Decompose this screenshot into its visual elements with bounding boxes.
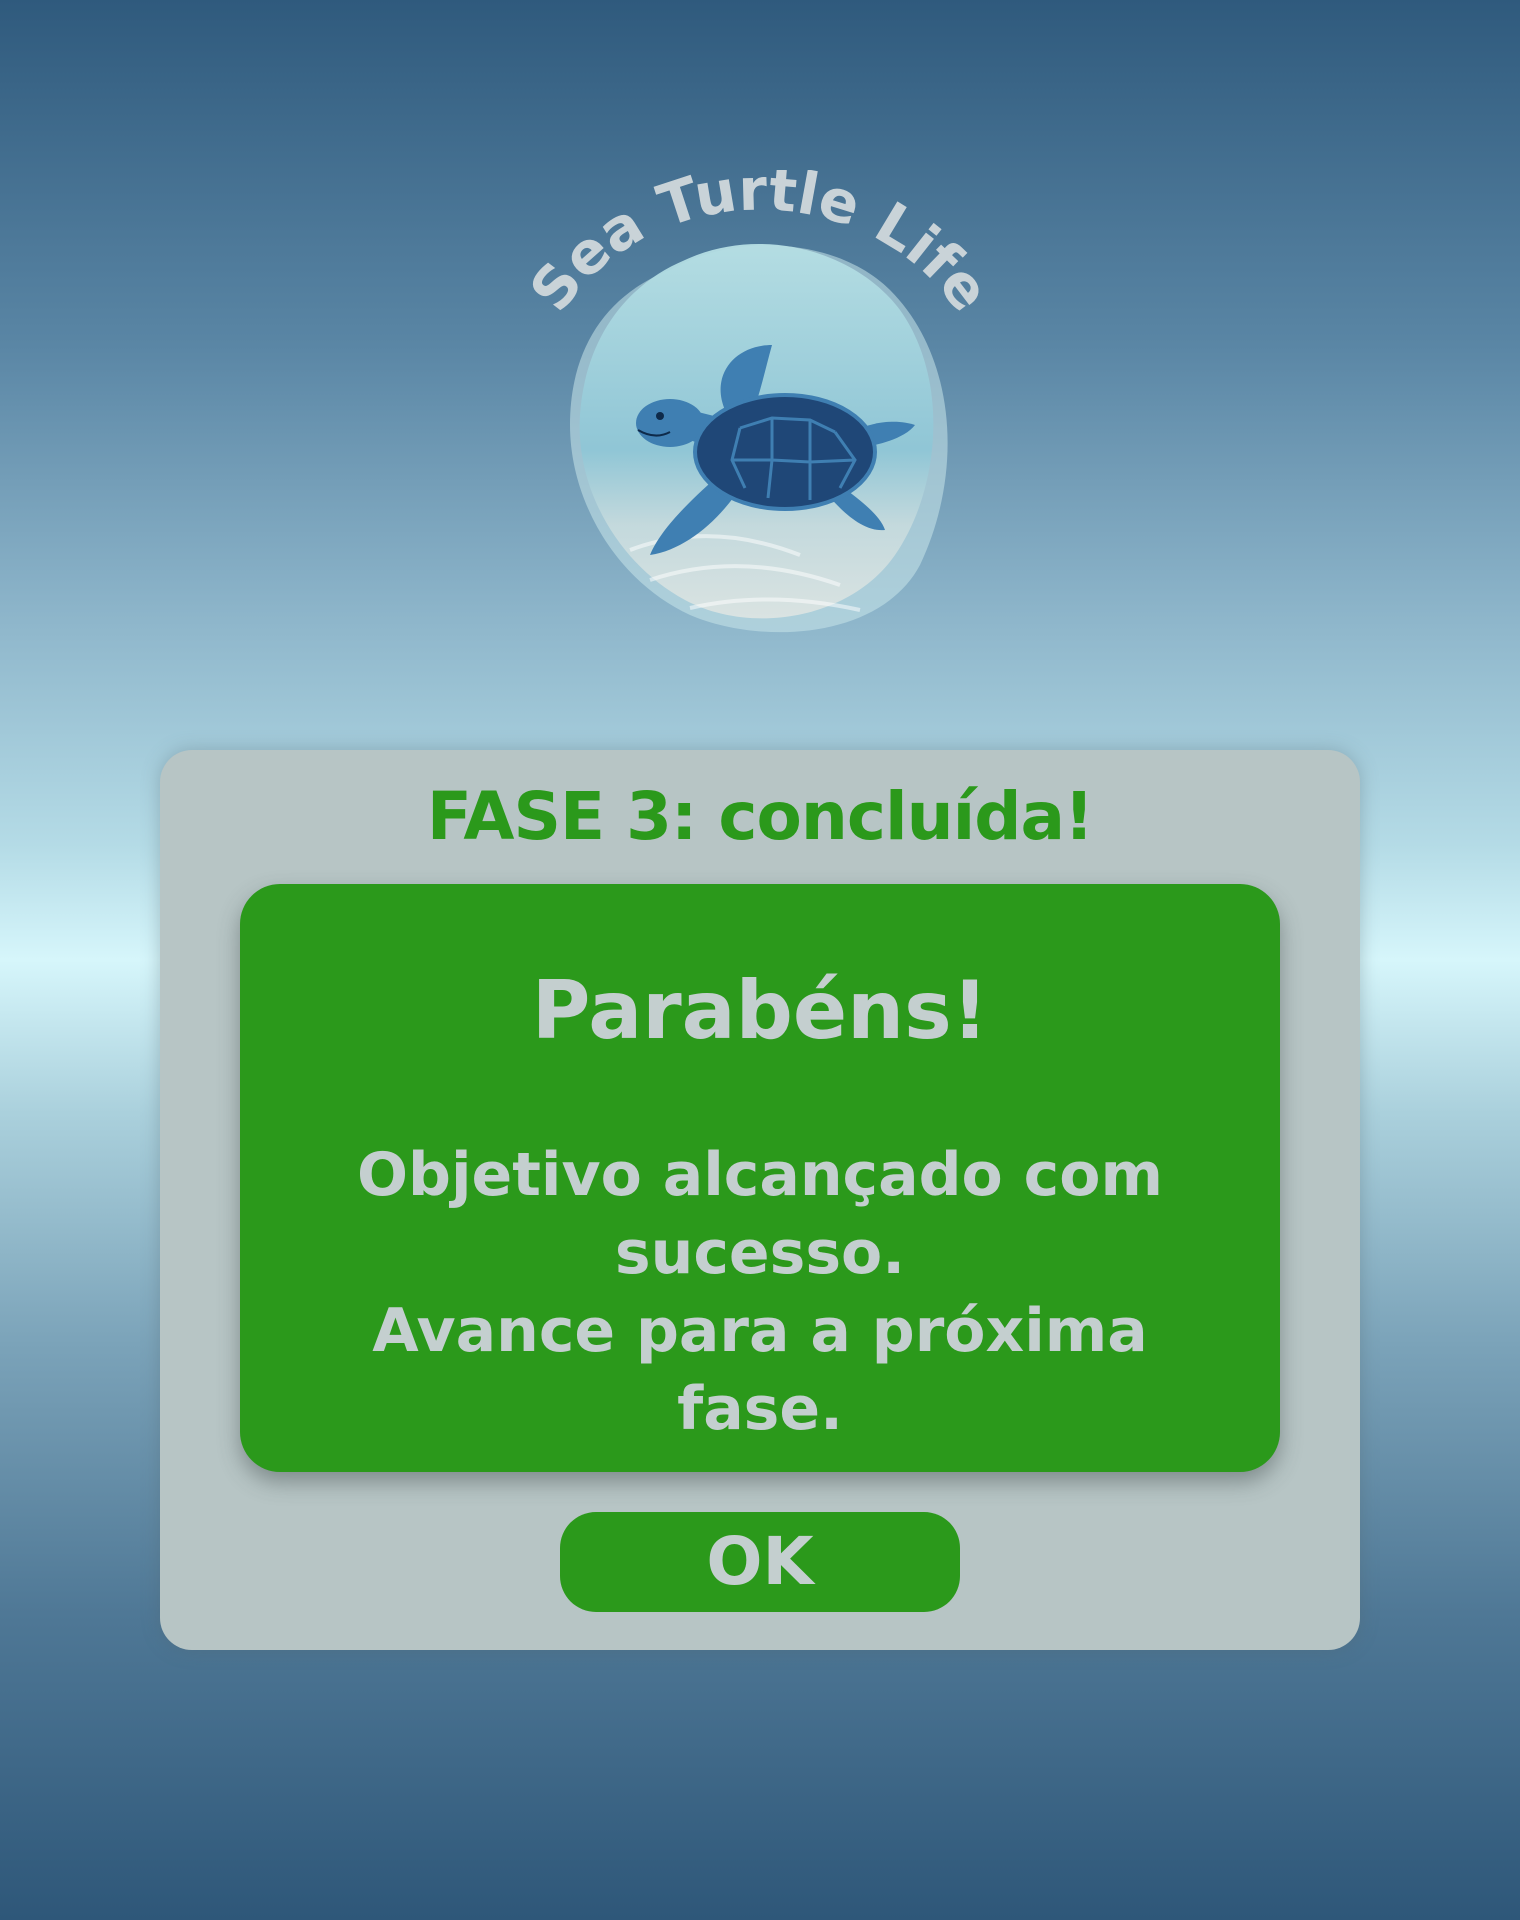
- message-line: Avance para a próxima fase.: [372, 1296, 1148, 1444]
- message-body: Objetivo alcançado com sucesso. Avance p…: [280, 1136, 1240, 1448]
- message-line: sucesso.: [614, 1218, 906, 1288]
- game-logo: Sea Turtle Life: [510, 170, 1010, 650]
- message-box: Parabéns! Objetivo alcançado com sucesso…: [240, 884, 1280, 1472]
- message-line: Objetivo alcançado com: [357, 1140, 1163, 1210]
- congratulations-heading: Parabéns!: [531, 964, 989, 1057]
- phase-title: FASE 3: concluída!: [426, 778, 1094, 855]
- ok-button[interactable]: OK: [560, 1512, 960, 1612]
- phase-complete-dialog: FASE 3: concluída! Parabéns! Objetivo al…: [160, 750, 1360, 1650]
- sea-turtle-icon: Sea Turtle Life: [517, 170, 1004, 633]
